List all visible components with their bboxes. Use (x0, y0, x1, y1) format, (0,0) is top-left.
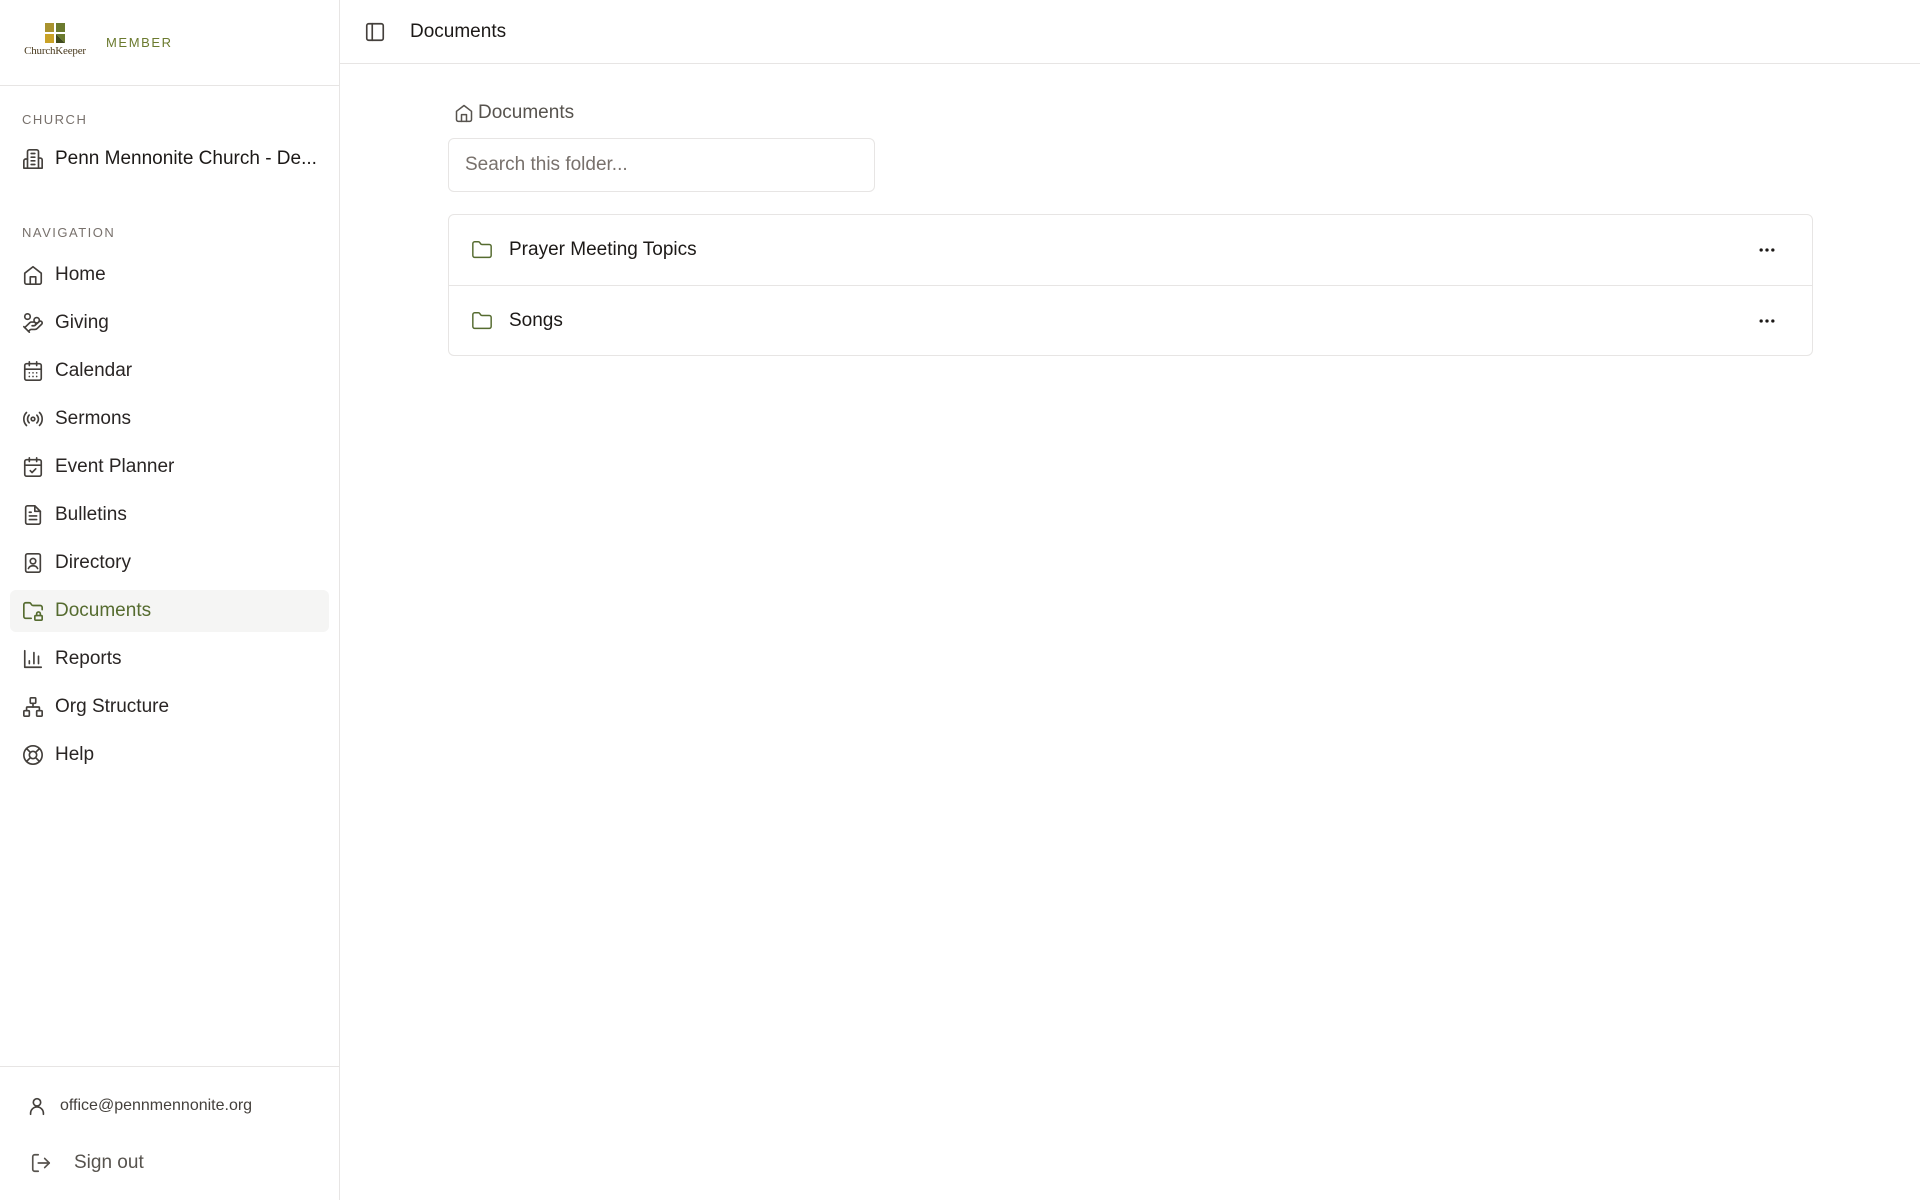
calendar-check-icon (22, 456, 44, 478)
radio-icon (22, 408, 44, 430)
hand-coins-icon (22, 312, 44, 334)
sidebar-item-documents[interactable]: Documents (10, 590, 329, 632)
sidebar-item-label: Calendar (55, 360, 133, 381)
folder-more-button[interactable] (1752, 235, 1782, 265)
sidebar-item-bulletins[interactable]: Bulletins (10, 494, 329, 536)
sidebar-item-label: Directory (55, 552, 132, 573)
church-name: Penn Mennonite Church - De... (55, 148, 317, 169)
sidebar-item-label: Reports (55, 648, 122, 669)
main-panel: Documents Documents Prayer Meeting Topic… (340, 0, 1920, 1200)
folder-icon (471, 239, 493, 261)
sidebar-item-label: Bulletins (55, 504, 127, 525)
topbar: Documents (340, 0, 1920, 64)
life-buoy-icon (22, 744, 44, 766)
brand-header: ChurchKeeper MEMBER (0, 0, 339, 86)
sidebar-item-home[interactable]: Home (10, 254, 329, 296)
folder-row-songs[interactable]: Songs (449, 285, 1812, 355)
folder-name: Prayer Meeting Topics (509, 239, 697, 260)
folder-name: Songs (509, 309, 563, 331)
folder-lock-icon (22, 600, 44, 622)
folder-more-button[interactable] (1752, 306, 1782, 336)
sidebar-item-label: Sermons (55, 408, 132, 429)
sidebar-toggle-button[interactable] (360, 17, 390, 47)
search-input[interactable] (448, 138, 875, 192)
breadcrumb-label: Documents (478, 102, 575, 123)
folder-list: Prayer Meeting Topics Songs (448, 214, 1813, 356)
panel-left-icon (365, 22, 385, 41)
sign-out-label: Sign out (74, 1152, 144, 1173)
home-icon (454, 103, 474, 123)
app-root: ChurchKeeper MEMBER CHURCH Penn Mennonit… (0, 0, 1920, 1200)
sidebar-item-label: Home (55, 264, 106, 285)
sidebar-item-sermons[interactable]: Sermons (10, 398, 329, 440)
sidebar-item-org-structure[interactable]: Org Structure (10, 686, 329, 728)
sidebar-item-label: Org Structure (55, 696, 170, 717)
sign-out-button[interactable]: Sign out (0, 1143, 339, 1183)
sidebar-item-calendar[interactable]: Calendar (10, 350, 329, 392)
calendar-icon (22, 360, 44, 382)
user-account[interactable]: office@pennmennonite.org (0, 1091, 339, 1121)
sidebar: ChurchKeeper MEMBER CHURCH Penn Mennonit… (0, 0, 340, 1200)
file-text-icon (22, 504, 44, 526)
sidebar-item-giving[interactable]: Giving (10, 302, 329, 344)
church-selector[interactable]: Penn Mennonite Church - De... (10, 139, 329, 179)
sidebar-item-reports[interactable]: Reports (10, 638, 329, 680)
sidebar-item-label: Documents (55, 600, 152, 621)
church-section-label: CHURCH (22, 112, 88, 127)
network-icon (22, 696, 44, 718)
logo-mark-icon (45, 22, 65, 43)
more-horizontal-icon (1759, 248, 1775, 252)
role-badge: MEMBER (106, 35, 173, 50)
building-icon (22, 148, 44, 170)
sidebar-item-event-planner[interactable]: Event Planner (10, 446, 329, 488)
sidebar-nav: Home Giving Calendar Sermons Event Plann… (0, 254, 339, 782)
sidebar-item-directory[interactable]: Directory (10, 542, 329, 584)
folder-row-prayer-meeting-topics[interactable]: Prayer Meeting Topics (449, 215, 1812, 285)
sidebar-item-help[interactable]: Help (10, 734, 329, 776)
bar-chart-icon (22, 648, 44, 670)
documents-content: Documents Prayer Meeting Topics (340, 64, 1813, 356)
sidebar-footer: office@pennmennonite.org Sign out (0, 1066, 339, 1200)
user-email: office@pennmennonite.org (60, 1097, 253, 1114)
home-icon (22, 264, 44, 286)
sidebar-item-label: Giving (55, 312, 109, 333)
sidebar-item-label: Help (55, 744, 95, 765)
sidebar-item-label: Event Planner (55, 456, 175, 477)
churchkeeper-logo[interactable]: ChurchKeeper (22, 22, 88, 64)
log-out-icon (30, 1152, 52, 1174)
navigation-section-label: NAVIGATION (22, 225, 116, 240)
more-horizontal-icon (1759, 318, 1775, 323)
page-title: Documents (410, 20, 507, 42)
breadcrumb[interactable]: Documents (448, 100, 1813, 126)
folder-icon (471, 310, 493, 332)
contact-book-icon (22, 552, 44, 574)
logo-text: ChurchKeeper (24, 44, 86, 57)
user-icon (26, 1095, 48, 1117)
